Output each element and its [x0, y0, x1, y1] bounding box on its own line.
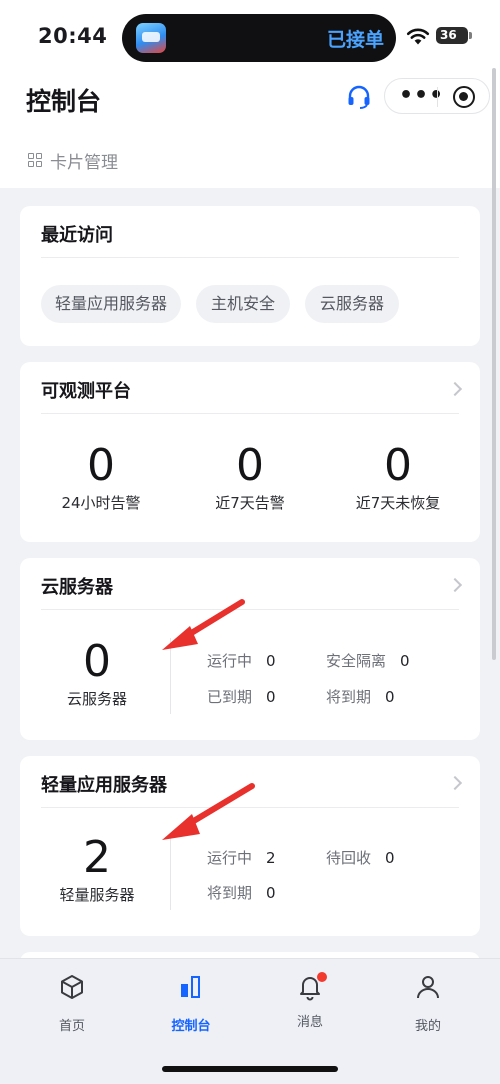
- cloud-expiring-stat: 将到期 0: [326, 686, 395, 707]
- battery-cap: [469, 32, 472, 39]
- card-management-link[interactable]: 卡片管理: [28, 148, 118, 173]
- tab-messages[interactable]: 消息: [270, 971, 350, 1030]
- cloud-server-title: 云服务器: [41, 577, 113, 598]
- unresolved-7d-label: 近7天未恢复: [355, 494, 441, 512]
- chevron-right-icon: [447, 577, 463, 593]
- stat-value: 0: [385, 849, 395, 867]
- cloud-server-count: 0: [83, 636, 111, 687]
- recent-visits-title: 最近访问: [41, 225, 113, 246]
- wifi-icon: [406, 28, 430, 45]
- annotation-arrow-icon: [162, 783, 255, 840]
- mini-program-capsule: •••: [384, 78, 490, 114]
- tab-home-label: 首页: [58, 1019, 85, 1034]
- notification-dot: [316, 971, 328, 983]
- chevron-right-icon: [447, 381, 463, 397]
- light-server-count: 2: [83, 832, 111, 883]
- divider: [41, 257, 459, 258]
- home-indicator[interactable]: [162, 1066, 338, 1072]
- light-server-title: 轻量应用服务器: [41, 775, 167, 796]
- annotation-arrow-icon: [162, 599, 245, 650]
- cube-icon: [61, 975, 83, 999]
- cloud-server-count-label: 云服务器: [66, 690, 127, 708]
- close-mini-program-icon[interactable]: [453, 86, 475, 108]
- tab-home[interactable]: 首页: [32, 973, 112, 1034]
- recent-chip-host-security[interactable]: 主机安全: [196, 285, 290, 323]
- status-time: 20:44: [38, 24, 108, 48]
- alerts-24h-label: 24小时告警: [61, 494, 141, 512]
- stat-label: 已到期: [207, 688, 253, 706]
- tab-messages-label: 消息: [296, 1015, 323, 1030]
- battery-level: 36: [440, 28, 457, 42]
- recent-chip-light-server[interactable]: 轻量应用服务器: [41, 285, 181, 323]
- light-server-count-label: 轻量服务器: [59, 886, 135, 904]
- divider: [41, 413, 459, 414]
- tab-console[interactable]: 控制台: [151, 973, 231, 1034]
- stat-label: 运行中: [207, 849, 253, 867]
- stat-value: 0: [385, 688, 395, 706]
- light-expiring-stat: 将到期 0: [207, 882, 276, 903]
- stat-value: 0: [266, 688, 276, 706]
- stat-label: 待回收: [326, 849, 372, 867]
- person-icon: [417, 976, 439, 999]
- recent-chip-cloud-server[interactable]: 云服务器: [305, 285, 399, 323]
- stat-value: 0: [266, 652, 276, 670]
- stat-label: 将到期: [326, 688, 372, 706]
- alerts-7d-value: 0: [236, 440, 264, 491]
- observability-title: 可观测平台: [41, 381, 131, 402]
- unresolved-7d-value: 0: [384, 440, 412, 491]
- stat-value: 0: [266, 884, 276, 902]
- app-icon: [136, 23, 166, 53]
- cloud-isolated-stat: 安全隔离 0: [326, 650, 410, 671]
- stat-label: 将到期: [207, 884, 253, 902]
- stat-value: 2: [266, 849, 276, 867]
- battery-indicator: 36: [436, 27, 468, 44]
- cloud-expired-stat: 已到期 0: [207, 686, 276, 707]
- light-pending-recycle-stat: 待回收 0: [326, 847, 395, 868]
- capsule-divider: [437, 87, 438, 107]
- tab-profile[interactable]: 我的: [388, 973, 468, 1034]
- recent-visits-card: 最近访问 轻量应用服务器 主机安全 云服务器: [20, 206, 480, 346]
- customer-service-icon[interactable]: [346, 84, 372, 110]
- status-bar: 20:44 已接单 36: [0, 0, 500, 76]
- bell-icon-wrap: [296, 971, 328, 1001]
- cloud-server-card[interactable]: 云服务器 0 云服务器 运行中 0 安全隔离 0 已到期 0 将到期 0: [20, 558, 480, 740]
- card-management-label: 卡片管理: [50, 153, 118, 173]
- divider: [41, 609, 459, 610]
- stat-label: 安全隔离: [326, 652, 387, 670]
- observability-card[interactable]: 可观测平台 0 24小时告警 0 近7天告警 0 近7天未恢复: [20, 362, 480, 542]
- stat-value: 0: [400, 652, 410, 670]
- alerts-24h-value: 0: [87, 440, 115, 491]
- light-running-stat: 运行中 2: [207, 847, 276, 868]
- grid-icon: [28, 153, 43, 168]
- island-status-text: 已接单: [326, 29, 384, 51]
- nav-header: 控制台 ••• 卡片管理: [0, 76, 500, 188]
- scrollbar[interactable]: [492, 68, 496, 660]
- tab-profile-label: 我的: [414, 1019, 441, 1034]
- alerts-7d-label: 近7天告警: [215, 494, 285, 512]
- chevron-right-icon: [447, 775, 463, 791]
- dynamic-island[interactable]: 已接单: [122, 14, 396, 62]
- page-title: 控制台: [26, 87, 102, 116]
- console-icon: [181, 976, 200, 998]
- tab-console-label: 控制台: [171, 1019, 211, 1034]
